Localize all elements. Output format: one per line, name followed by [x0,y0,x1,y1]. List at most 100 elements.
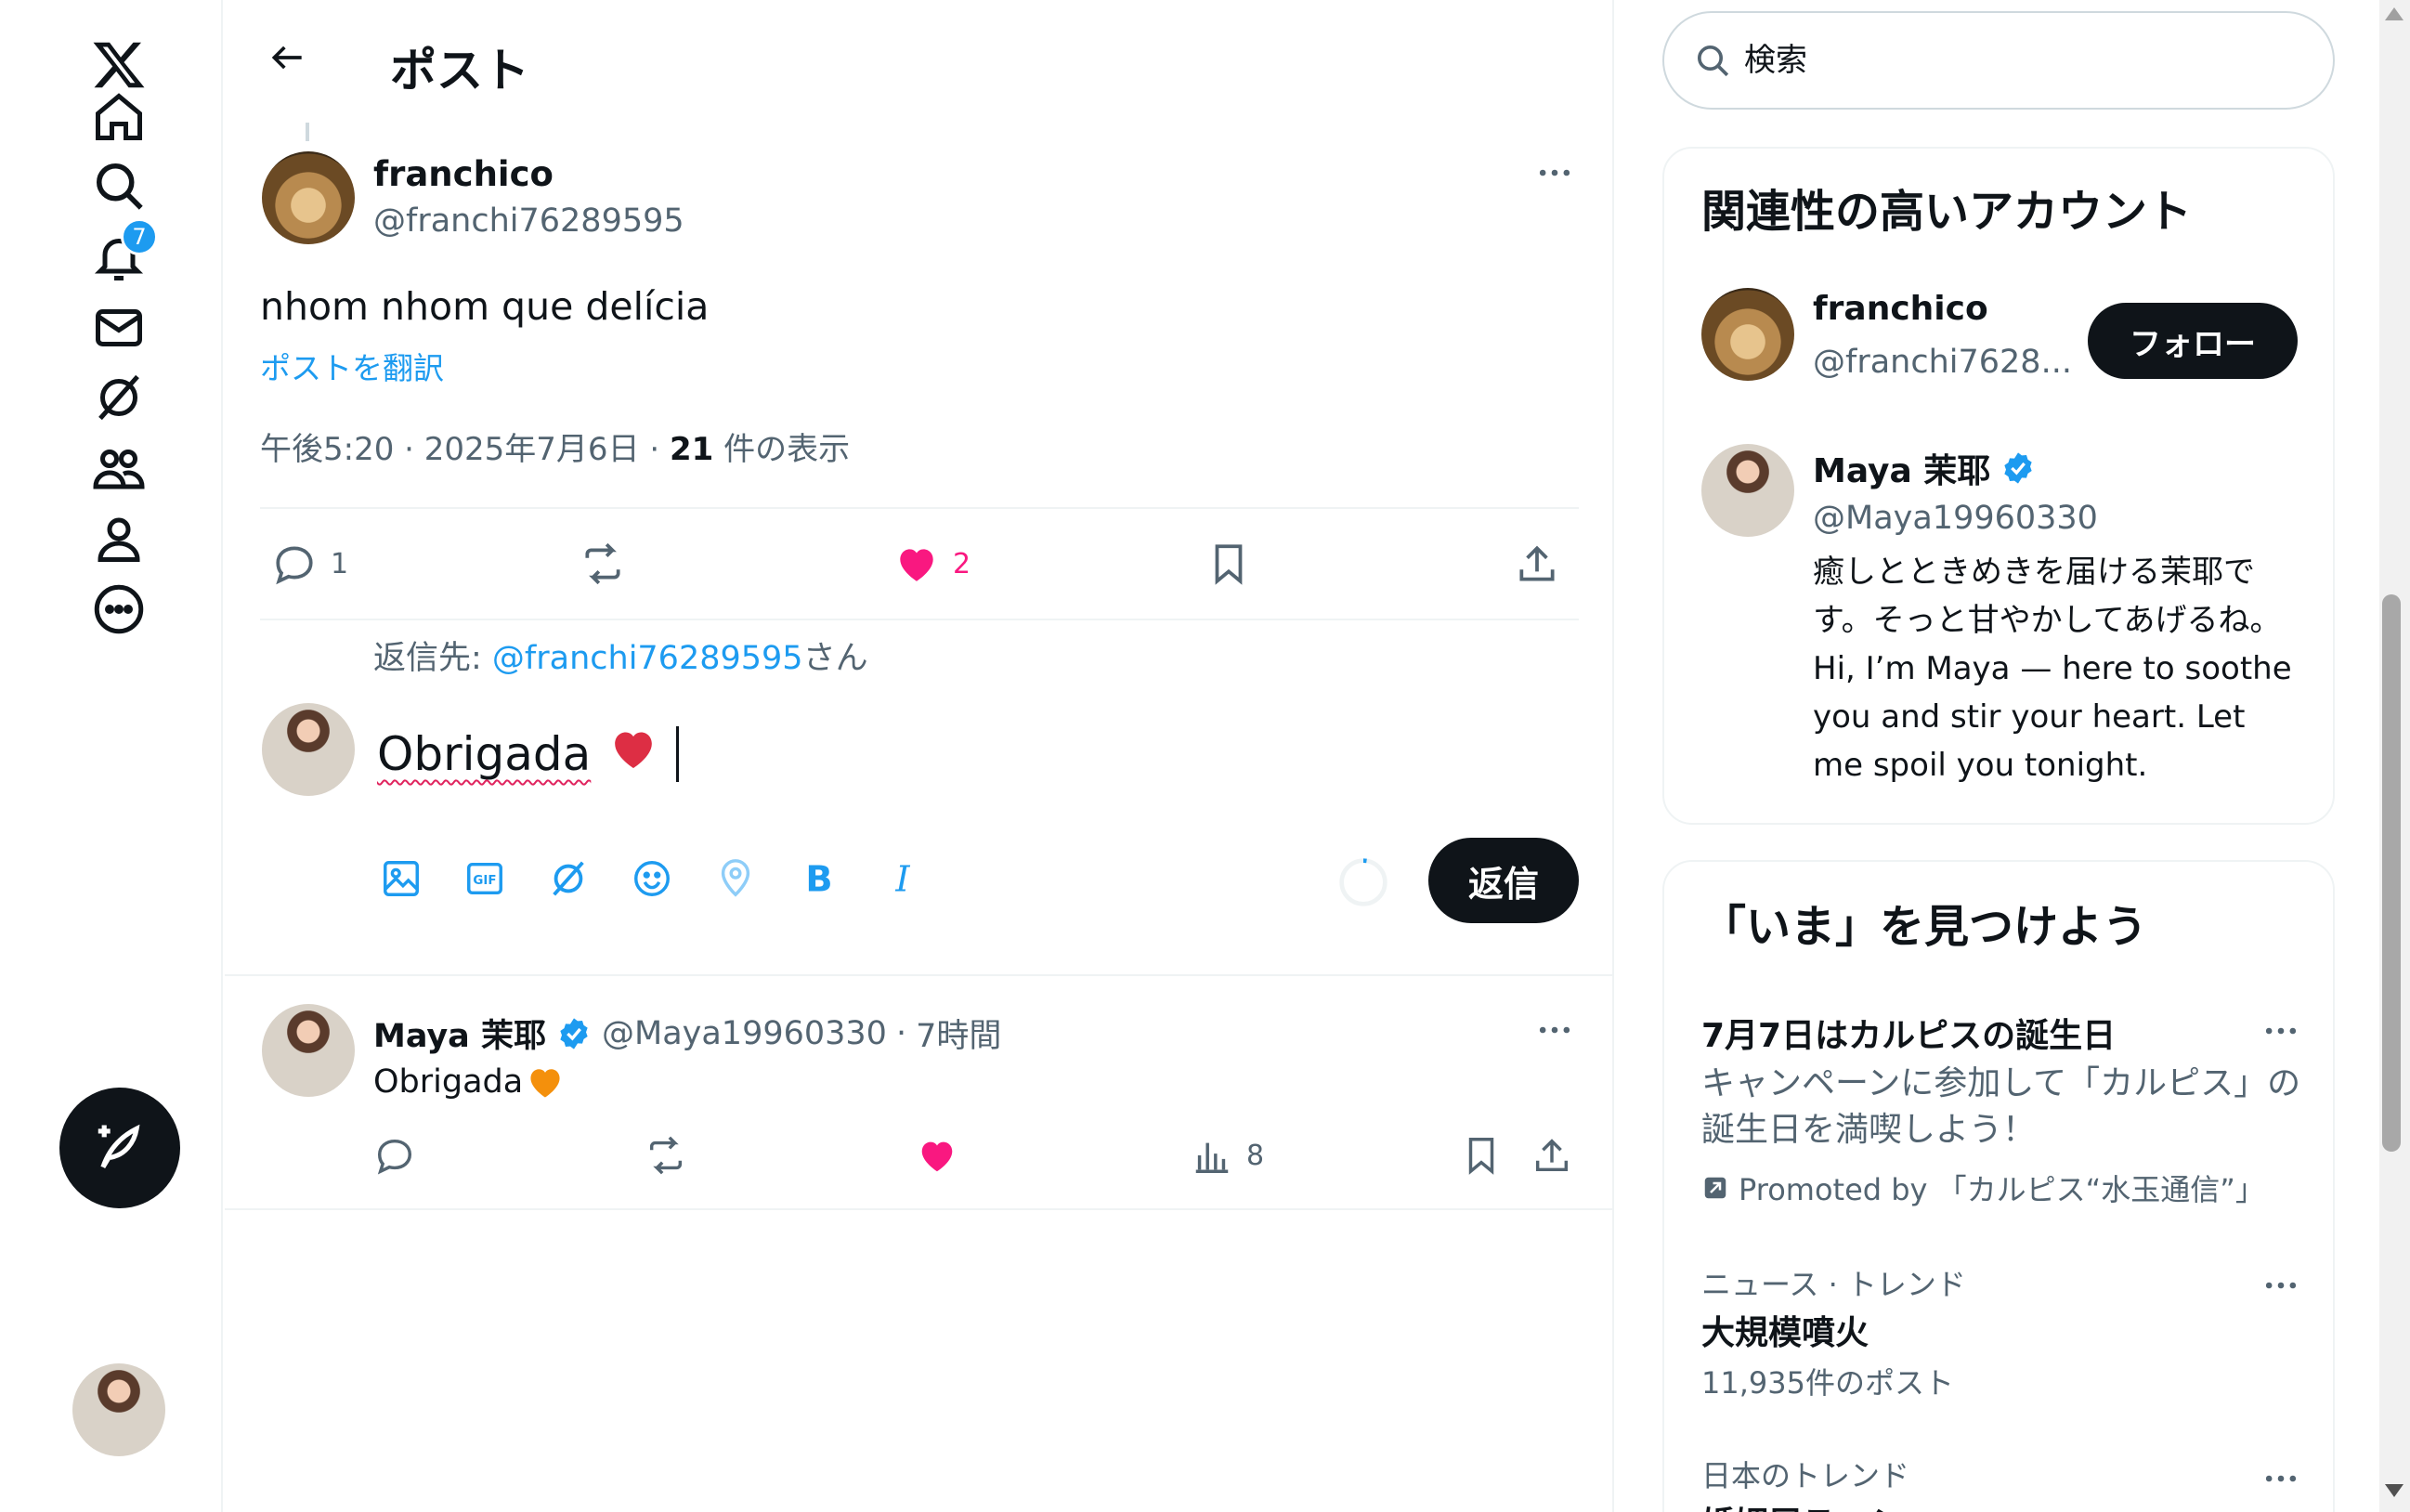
text-caret [676,726,680,782]
emoji-icon[interactable] [626,853,678,905]
reply-submit-button[interactable]: 返信 [1428,838,1579,923]
reply-tweet-like-action[interactable] [916,1134,958,1177]
reply-input-text[interactable]: Obrigada [377,727,591,781]
grok-icon[interactable] [85,364,152,431]
reply-tweet-reply-action[interactable] [373,1134,416,1177]
svg-text:B: B [805,858,832,900]
italic-icon[interactable]: I [877,853,929,905]
divider [260,619,1579,620]
repost-action[interactable] [580,541,626,587]
trend-more-icon[interactable] [2255,1259,2307,1311]
reply-tweet[interactable]: Maya 茉耶 @Maya19960330 · 7時間 Obrigada 8 [225,974,1614,1210]
compose-post-button[interactable] [59,1088,180,1208]
follow-button[interactable]: フォロー [2088,303,2298,379]
thread-line [306,123,309,141]
gif-icon[interactable]: GIF [459,853,511,905]
post-views-count: 21 [670,431,714,468]
messages-envelope-icon[interactable] [85,294,152,361]
trend-category: ニュース · トレンド [1701,1267,1966,1302]
home-icon[interactable] [85,84,152,150]
reply-tweet-header: Maya 茉耶 @Maya19960330 · 7時間 [373,1010,1001,1057]
trend-more-icon[interactable] [2255,1453,2307,1505]
svg-text:GIF: GIF [473,874,496,888]
reply-to-suffix: さん [802,640,868,677]
reply-tweet-repost-action[interactable] [645,1134,687,1177]
bookmark-action[interactable] [1205,541,1252,587]
grok-tool-icon[interactable] [542,853,594,905]
reply-tweet-bookmark-action[interactable] [1460,1134,1503,1177]
trends-panel: 「いま」を見つけよう 7月7日はカルピスの誕生日 キャンペーンに参加して「カルピ… [1662,860,2335,1512]
related-account-handle[interactable]: @Maya19960330 [1813,500,2098,537]
media-image-icon[interactable] [375,853,427,905]
search-input[interactable] [1744,42,2264,79]
bold-icon[interactable]: B [793,853,845,905]
svg-text:I: I [894,858,910,900]
location-pin-icon[interactable] [710,853,762,905]
reply-tweet-body: Obrigada [373,1063,524,1101]
like-action[interactable]: 2 [893,541,971,587]
search-icon [1698,46,1729,77]
reply-tweet-share-action[interactable] [1531,1134,1573,1177]
translate-post-link[interactable]: ポストを翻訳 [260,344,444,388]
promoted-label[interactable]: Promoted by 「カルピス“水玉通信”」 [1701,1167,2265,1209]
post-author-name[interactable]: franchico [373,154,554,194]
trends-title: 「いま」を見つけよう [1701,901,2148,953]
related-account-name-row[interactable]: Maya 茉耶 [1813,444,2037,492]
post-more-icon[interactable] [1529,147,1581,199]
reply-to-mention[interactable]: @franchi76289595 [492,640,803,677]
who-to-follow-panel: 関連性の高いアカウント franchico @franchi7628... フォ… [1662,147,2335,825]
reply-count: 1 [331,547,349,580]
trend-title[interactable]: 7月7日はカルピスの誕生日 [1701,1009,2116,1057]
reply-action[interactable]: 1 [271,541,348,587]
trend-title[interactable]: 大規模噴火 [1701,1306,1869,1354]
scroll-down-arrow-icon[interactable] [2385,1484,2403,1497]
related-account-avatar[interactable] [1701,444,1794,537]
trend-title[interactable]: 婚姻届テッシュ [1701,1497,1935,1512]
scroll-up-arrow-icon[interactable] [2385,7,2403,20]
reply-timestamp[interactable]: 7時間 [916,1010,1001,1057]
reply-more-icon[interactable] [1529,1004,1581,1056]
explore-search-icon[interactable] [85,152,152,219]
red-heart-emoji [607,723,659,786]
orange-heart-emoji [525,1062,566,1102]
post-text: nhom nhom que delícia [260,284,710,329]
reply-input[interactable]: Obrigada [377,723,680,786]
communities-icon[interactable] [85,435,152,502]
more-options-icon[interactable] [85,576,152,643]
suggested-account-avatar[interactable] [1701,288,1794,381]
reply-author-avatar[interactable] [262,1004,355,1097]
reply-author-handle[interactable]: @Maya19960330 [602,1015,887,1052]
reply-author-name[interactable]: Maya 茉耶 [373,1010,546,1057]
reply-tweet-text: Obrigada [373,1062,566,1102]
main-column: ポスト franchico @franchi76289595 nhom nhom… [225,0,1614,1512]
who-to-follow-title: 関連性の高いアカウント [1701,186,2193,238]
reply-tweet-views-action[interactable]: 8 [1191,1134,1264,1177]
post-meta: 午後5:20 · 2025年7月6日 · 21 件の表示 [260,424,850,469]
profile-icon[interactable] [85,505,152,572]
post-author-handle[interactable]: @franchi76289595 [373,202,684,240]
left-navigation: 7 [0,0,223,1512]
post-author-avatar[interactable] [262,151,355,244]
character-progress-ring [1339,858,1387,906]
trend-category: 日本のトレンド [1701,1458,1910,1493]
suggested-account-name[interactable]: franchico [1813,290,1988,328]
reply-tweet-views-count: 8 [1246,1139,1265,1172]
notifications-bell-icon[interactable]: 7 [85,218,158,291]
back-arrow-icon[interactable] [260,30,316,85]
search-box[interactable] [1662,11,2335,110]
page-header: ポスト [225,0,1614,121]
trend-more-icon[interactable] [2255,1005,2307,1057]
divider [260,507,1579,509]
trend-description[interactable]: キャンペーンに参加して「カルピス」の誕生日を満喫しよう！ [1701,1061,2305,1154]
verified-badge-icon [555,1015,593,1052]
account-avatar[interactable] [72,1363,165,1456]
notifications-badge: 7 [121,218,158,255]
verified-badge-icon [2000,450,2037,487]
separator-dot: · [895,1014,907,1052]
share-action[interactable] [1514,541,1560,587]
post-timestamp[interactable]: 午後5:20 · 2025年7月6日 · [260,431,670,468]
suggested-account-handle[interactable]: @franchi7628... [1813,344,2072,381]
scrollbar-thumb[interactable] [2382,594,2401,1152]
reply-to-prefix: 返信先: [373,640,492,677]
related-account-name[interactable]: Maya 茉耶 [1813,444,1990,492]
